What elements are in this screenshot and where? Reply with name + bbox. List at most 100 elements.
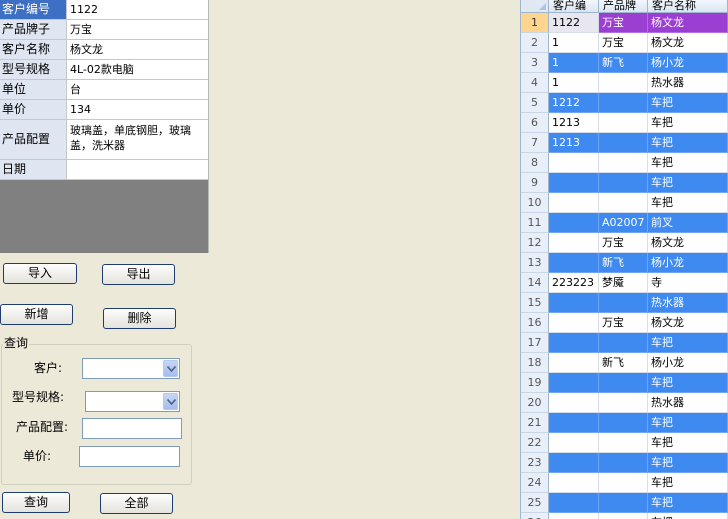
cell-customer-name[interactable]: 车把 (648, 153, 728, 173)
property-value[interactable]: 万宝 (67, 20, 208, 39)
property-value[interactable]: 台 (67, 80, 208, 99)
row-number[interactable]: 10 (521, 193, 549, 213)
cell-brand[interactable] (599, 513, 648, 519)
cell-brand[interactable] (599, 73, 648, 93)
cell-customer-name[interactable]: 杨文龙 (648, 33, 728, 53)
customer-combobox[interactable] (82, 358, 180, 379)
cell-customer-name[interactable]: 车把 (648, 193, 728, 213)
property-value[interactable] (67, 160, 208, 179)
property-row[interactable]: 客户名称 杨文龙 (0, 40, 208, 60)
table-row[interactable]: 26 车把 (521, 513, 728, 519)
cell-brand[interactable]: 万宝 (599, 313, 648, 333)
property-row[interactable]: 日期 (0, 160, 208, 180)
table-row[interactable]: 10 车把 (521, 193, 728, 213)
cell-customer-name[interactable]: 热水器 (648, 393, 728, 413)
table-row[interactable]: 1 1122 万宝 杨文龙 (521, 13, 728, 33)
cell-brand[interactable]: 万宝 (599, 233, 648, 253)
cell-customer-name[interactable]: 车把 (648, 133, 728, 153)
property-row[interactable]: 单价 134 (0, 100, 208, 120)
cell-customer-name[interactable]: 车把 (648, 93, 728, 113)
row-number[interactable]: 12 (521, 233, 549, 253)
property-row[interactable]: 产品配置 玻璃盖，单底钢胆，玻璃盖，洗米器 (0, 120, 208, 160)
select-all-corner[interactable] (521, 0, 549, 12)
row-number[interactable]: 17 (521, 333, 549, 353)
cell-brand[interactable] (599, 153, 648, 173)
cell-customer-id[interactable]: 1213 (549, 113, 599, 133)
cell-brand[interactable] (599, 93, 648, 113)
cell-brand[interactable]: 梦魇 (599, 273, 648, 293)
cell-brand[interactable] (599, 193, 648, 213)
cell-customer-name[interactable]: 杨文龙 (648, 13, 728, 33)
cell-brand[interactable]: 万宝 (599, 33, 648, 53)
cell-brand[interactable] (599, 493, 648, 513)
cell-customer-id[interactable] (549, 373, 599, 393)
cell-customer-id[interactable]: 1213 (549, 133, 599, 153)
cell-customer-name[interactable]: 杨文龙 (648, 313, 728, 333)
cell-customer-name[interactable]: 杨文龙 (648, 233, 728, 253)
cell-customer-id[interactable] (549, 473, 599, 493)
row-number[interactable]: 7 (521, 133, 549, 153)
table-row[interactable]: 6 1213 车把 (521, 113, 728, 133)
row-number[interactable]: 4 (521, 73, 549, 93)
table-row[interactable]: 15 热水器 (521, 293, 728, 313)
cell-brand[interactable]: 新飞 (599, 253, 648, 273)
table-row[interactable]: 7 1213 车把 (521, 133, 728, 153)
row-number[interactable]: 2 (521, 33, 549, 53)
cell-customer-name[interactable]: 前叉 (648, 213, 728, 233)
cell-brand[interactable] (599, 133, 648, 153)
table-row[interactable]: 9 车把 (521, 173, 728, 193)
column-header-customer-id[interactable]: 客户编 (549, 0, 599, 12)
cell-customer-id[interactable] (549, 493, 599, 513)
property-row[interactable]: 产品牌子 万宝 (0, 20, 208, 40)
cell-customer-id[interactable] (549, 253, 599, 273)
cell-customer-name[interactable]: 车把 (648, 173, 728, 193)
cell-customer-id[interactable] (549, 433, 599, 453)
table-row[interactable]: 12 万宝 杨文龙 (521, 233, 728, 253)
row-number[interactable]: 19 (521, 373, 549, 393)
cell-customer-name[interactable]: 车把 (648, 453, 728, 473)
cell-customer-id[interactable] (549, 393, 599, 413)
query-button[interactable]: 查询 (2, 492, 70, 513)
cell-brand[interactable] (599, 333, 648, 353)
row-number[interactable]: 5 (521, 93, 549, 113)
import-button[interactable]: 导入 (3, 263, 77, 284)
cell-customer-id[interactable] (549, 193, 599, 213)
export-button[interactable]: 导出 (102, 264, 175, 285)
row-number[interactable]: 1 (521, 13, 549, 33)
cell-customer-id[interactable] (549, 153, 599, 173)
cell-customer-id[interactable]: 1212 (549, 93, 599, 113)
cell-customer-id[interactable]: 1 (549, 33, 599, 53)
row-number[interactable]: 13 (521, 253, 549, 273)
customer-dropdown-button[interactable] (163, 360, 178, 377)
table-row[interactable]: 24 车把 (521, 473, 728, 493)
property-row[interactable]: 客户编号 1122 (0, 0, 208, 20)
cell-customer-name[interactable]: 车把 (648, 493, 728, 513)
cell-customer-id[interactable]: 1 (549, 73, 599, 93)
cell-customer-id[interactable] (549, 213, 599, 233)
table-row[interactable]: 16 万宝 杨文龙 (521, 313, 728, 333)
row-number[interactable]: 21 (521, 413, 549, 433)
property-value[interactable]: 134 (67, 100, 208, 119)
table-row[interactable]: 4 1 热水器 (521, 73, 728, 93)
cell-customer-name[interactable]: 车把 (648, 513, 728, 519)
cell-customer-id[interactable]: 1122 (549, 13, 599, 33)
property-value[interactable]: 4L-02款电脑 (67, 60, 208, 79)
cell-brand[interactable] (599, 433, 648, 453)
cell-customer-name[interactable]: 车把 (648, 413, 728, 433)
cell-brand[interactable] (599, 113, 648, 133)
cell-brand[interactable] (599, 373, 648, 393)
table-row[interactable]: 21 车把 (521, 413, 728, 433)
row-number[interactable]: 22 (521, 433, 549, 453)
price-input[interactable] (79, 446, 180, 467)
row-number[interactable]: 20 (521, 393, 549, 413)
cell-brand[interactable]: 新飞 (599, 353, 648, 373)
cell-customer-name[interactable]: 热水器 (648, 293, 728, 313)
cell-customer-name[interactable]: 热水器 (648, 73, 728, 93)
row-number[interactable]: 15 (521, 293, 549, 313)
table-row[interactable]: 22 车把 (521, 433, 728, 453)
property-value[interactable]: 玻璃盖，单底钢胆，玻璃盖，洗米器 (67, 120, 208, 159)
property-value[interactable]: 杨文龙 (67, 40, 208, 59)
row-number[interactable]: 9 (521, 173, 549, 193)
cell-customer-name[interactable]: 杨小龙 (648, 53, 728, 73)
row-number[interactable]: 3 (521, 53, 549, 73)
